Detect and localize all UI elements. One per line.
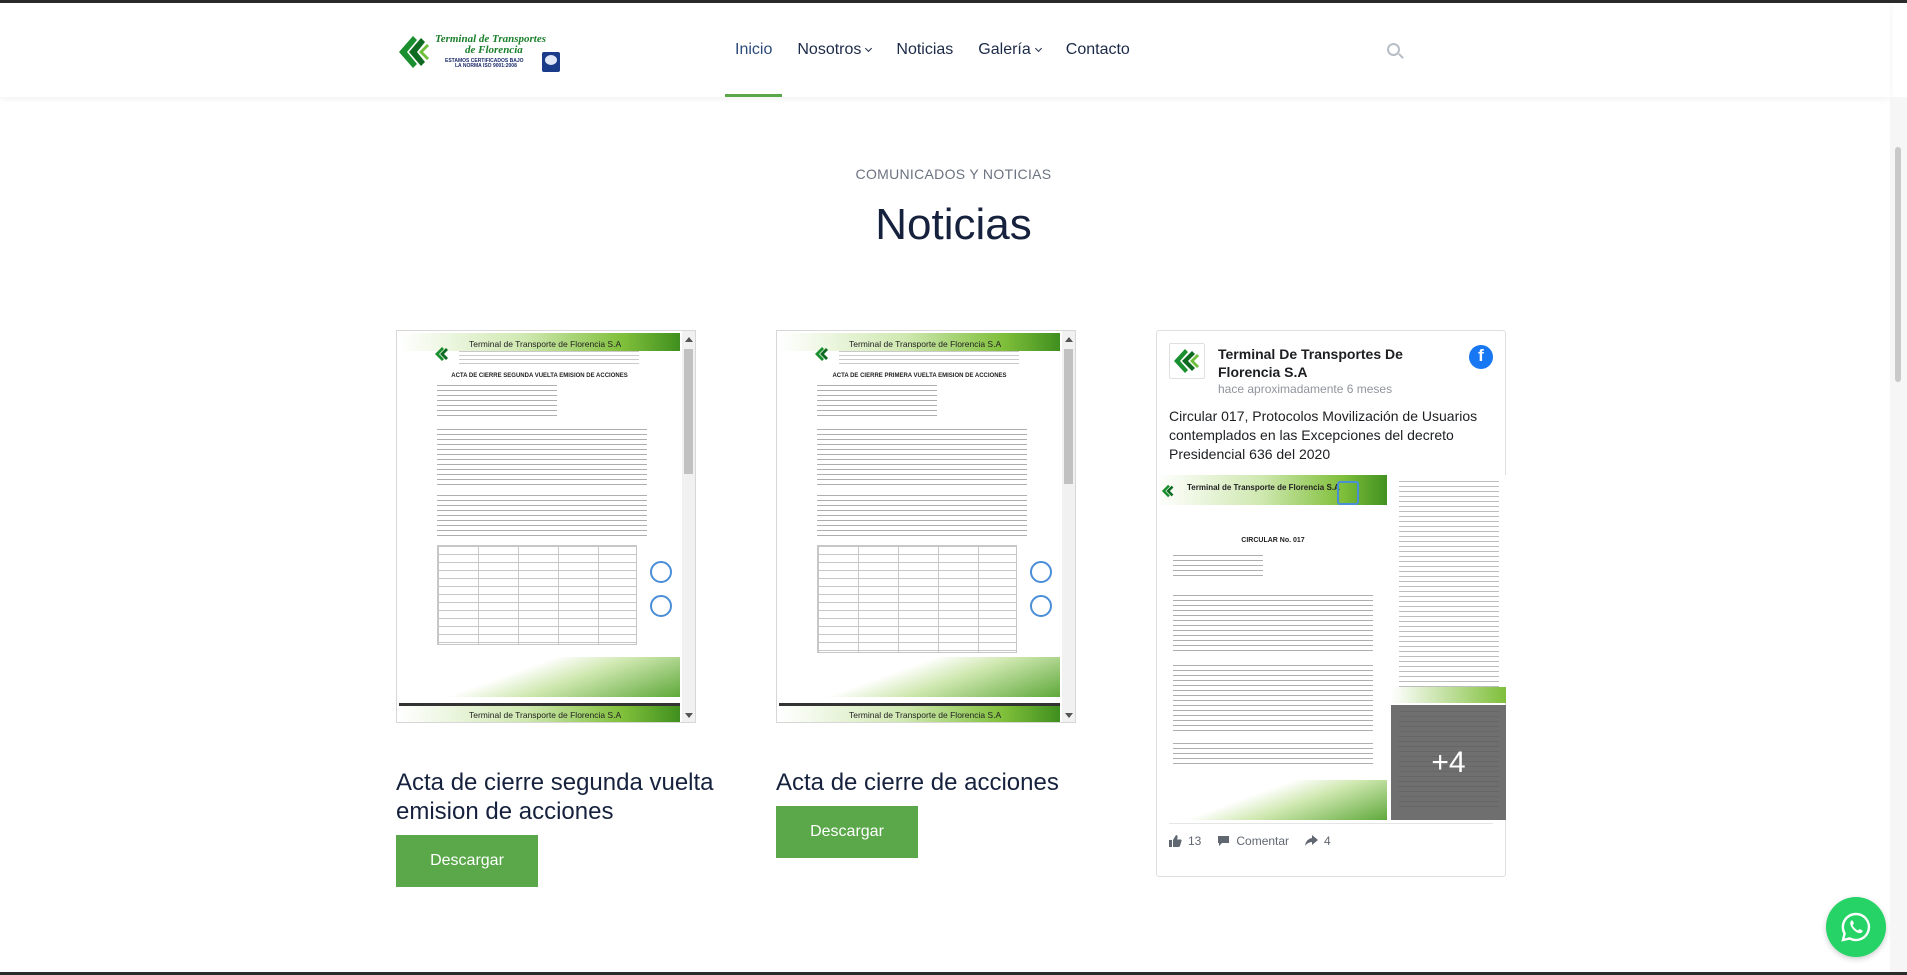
post-text: Circular 017, Protocolos Movilización de… <box>1169 408 1478 462</box>
logo-line-2: de Florencia <box>465 44 523 57</box>
nav-label: Galería <box>978 41 1031 58</box>
thumbs-up-icon <box>1169 835 1182 847</box>
post-image-thumb-more[interactable]: +4 <box>1391 705 1506 820</box>
facebook-icon[interactable]: f <box>1469 345 1493 369</box>
nav-item-inicio[interactable]: Inicio <box>724 3 783 97</box>
more-images-count: +4 <box>1391 705 1506 820</box>
download-button[interactable]: Descargar <box>776 805 918 858</box>
section-eyebrow: COMUNICADOS Y NOTICIAS <box>855 166 1052 182</box>
doc-header: Terminal de Transporte de Florencia S.A <box>849 710 1002 720</box>
image-header: Terminal de Transporte de Florencia S.A <box>1187 483 1340 492</box>
like-button[interactable]: 13 <box>1169 834 1201 848</box>
pdf-page-preview-2: Terminal de Transporte de Florencia S.A <box>399 703 680 722</box>
doc-header: Terminal de Transporte de Florencia S.A <box>849 339 1002 349</box>
site-header: Terminal de Transportes de Florencia EST… <box>0 3 1890 97</box>
share-button[interactable]: 4 <box>1305 834 1331 848</box>
share-count: 4 <box>1324 834 1331 848</box>
document-card: Terminal de Transporte de Florencia S.A … <box>396 330 756 887</box>
pdf-page-preview: Terminal de Transporte de Florencia S.A … <box>779 333 1060 697</box>
iso-badge-icon <box>542 52 560 72</box>
doc-logo-icon <box>815 347 828 361</box>
download-button[interactable]: Descargar <box>396 834 538 887</box>
comment-button[interactable]: Comentar <box>1217 834 1289 848</box>
chevron-down-icon <box>865 44 873 52</box>
nav-item-nosotros[interactable]: Nosotros <box>797 3 873 97</box>
page-scrollbar[interactable] <box>1890 97 1907 972</box>
nav-label: Nosotros <box>797 41 862 58</box>
scroll-down-icon[interactable] <box>1065 713 1073 718</box>
document-card: Terminal de Transporte de Florencia S.A … <box>776 330 1136 858</box>
doc-logo-icon <box>435 347 448 361</box>
share-icon <box>1305 835 1319 847</box>
scroll-down-icon[interactable] <box>685 713 693 718</box>
main-nav: Inicio Nosotros Noticias Galería Contact… <box>724 3 1155 97</box>
post-time[interactable]: hace aproximadamente 6 meses <box>1218 382 1392 396</box>
page-name[interactable]: Terminal De Transportes De Florencia S.A <box>1218 345 1448 381</box>
whatsapp-button[interactable] <box>1826 897 1886 957</box>
scroll-thumb[interactable] <box>1064 349 1073 484</box>
comment-icon <box>1217 835 1230 847</box>
facebook-post: Terminal De Transportes De Florencia S.A… <box>1156 330 1506 877</box>
post-image[interactable]: Terminal de Transporte de Florencia S.A … <box>1157 475 1389 820</box>
doc-header: Terminal de Transporte de Florencia S.A <box>469 710 622 720</box>
logo-line-4: LA NORMA ISO 9001:2008 <box>455 63 517 70</box>
viewer-scrollbar[interactable] <box>1062 331 1075 722</box>
image-title: CIRCULAR No. 017 <box>1241 537 1305 544</box>
pdf-viewer[interactable]: Terminal de Transporte de Florencia S.A … <box>776 330 1076 723</box>
logo-mark-icon <box>395 32 431 72</box>
nav-label: Inicio <box>735 41 773 58</box>
post-image-thumb[interactable] <box>1391 475 1506 703</box>
pdf-page-preview-2: Terminal de Transporte de Florencia S.A <box>779 703 1060 722</box>
post-actions: 13 Comentar 4 <box>1169 834 1347 848</box>
chevron-down-icon <box>1034 44 1042 52</box>
nav-item-galeria[interactable]: Galería <box>978 3 1042 97</box>
search-icon[interactable] <box>1387 43 1404 60</box>
doc-title: ACTA DE CIERRE SEGUNDA VUELTA EMISION DE… <box>451 373 628 379</box>
nav-item-contacto[interactable]: Contacto <box>1066 3 1130 97</box>
whatsapp-icon <box>1841 912 1871 942</box>
nav-label: Noticias <box>896 41 954 58</box>
doc-header: Terminal de Transporte de Florencia S.A <box>469 339 622 349</box>
document-title: Acta de cierre de acciones <box>776 769 1059 796</box>
pdf-viewer[interactable]: Terminal de Transporte de Florencia S.A … <box>396 330 696 723</box>
viewer-scrollbar[interactable] <box>682 331 695 722</box>
page-avatar[interactable] <box>1169 343 1205 379</box>
section-title: Noticias <box>875 200 1032 249</box>
nav-label: Contacto <box>1065 41 1130 58</box>
scroll-up-icon[interactable] <box>1065 337 1073 342</box>
scroll-thumb[interactable] <box>684 349 693 474</box>
page-scroll-thumb[interactable] <box>1895 147 1901 382</box>
site-logo[interactable]: Terminal de Transportes de Florencia EST… <box>395 29 560 74</box>
scroll-up-icon[interactable] <box>685 337 693 342</box>
pdf-page-preview: Terminal de Transporte de Florencia S.A … <box>399 333 680 697</box>
document-title: Acta de cierre segunda vuelta emision de… <box>396 769 714 825</box>
nav-item-noticias[interactable]: Noticias <box>896 3 953 97</box>
comment-label: Comentar <box>1236 834 1290 848</box>
doc-title: ACTA DE CIERRE PRIMERA VUELTA EMISION DE… <box>832 373 1007 379</box>
like-count: 13 <box>1188 834 1202 848</box>
doc-logo-icon <box>1161 484 1174 498</box>
